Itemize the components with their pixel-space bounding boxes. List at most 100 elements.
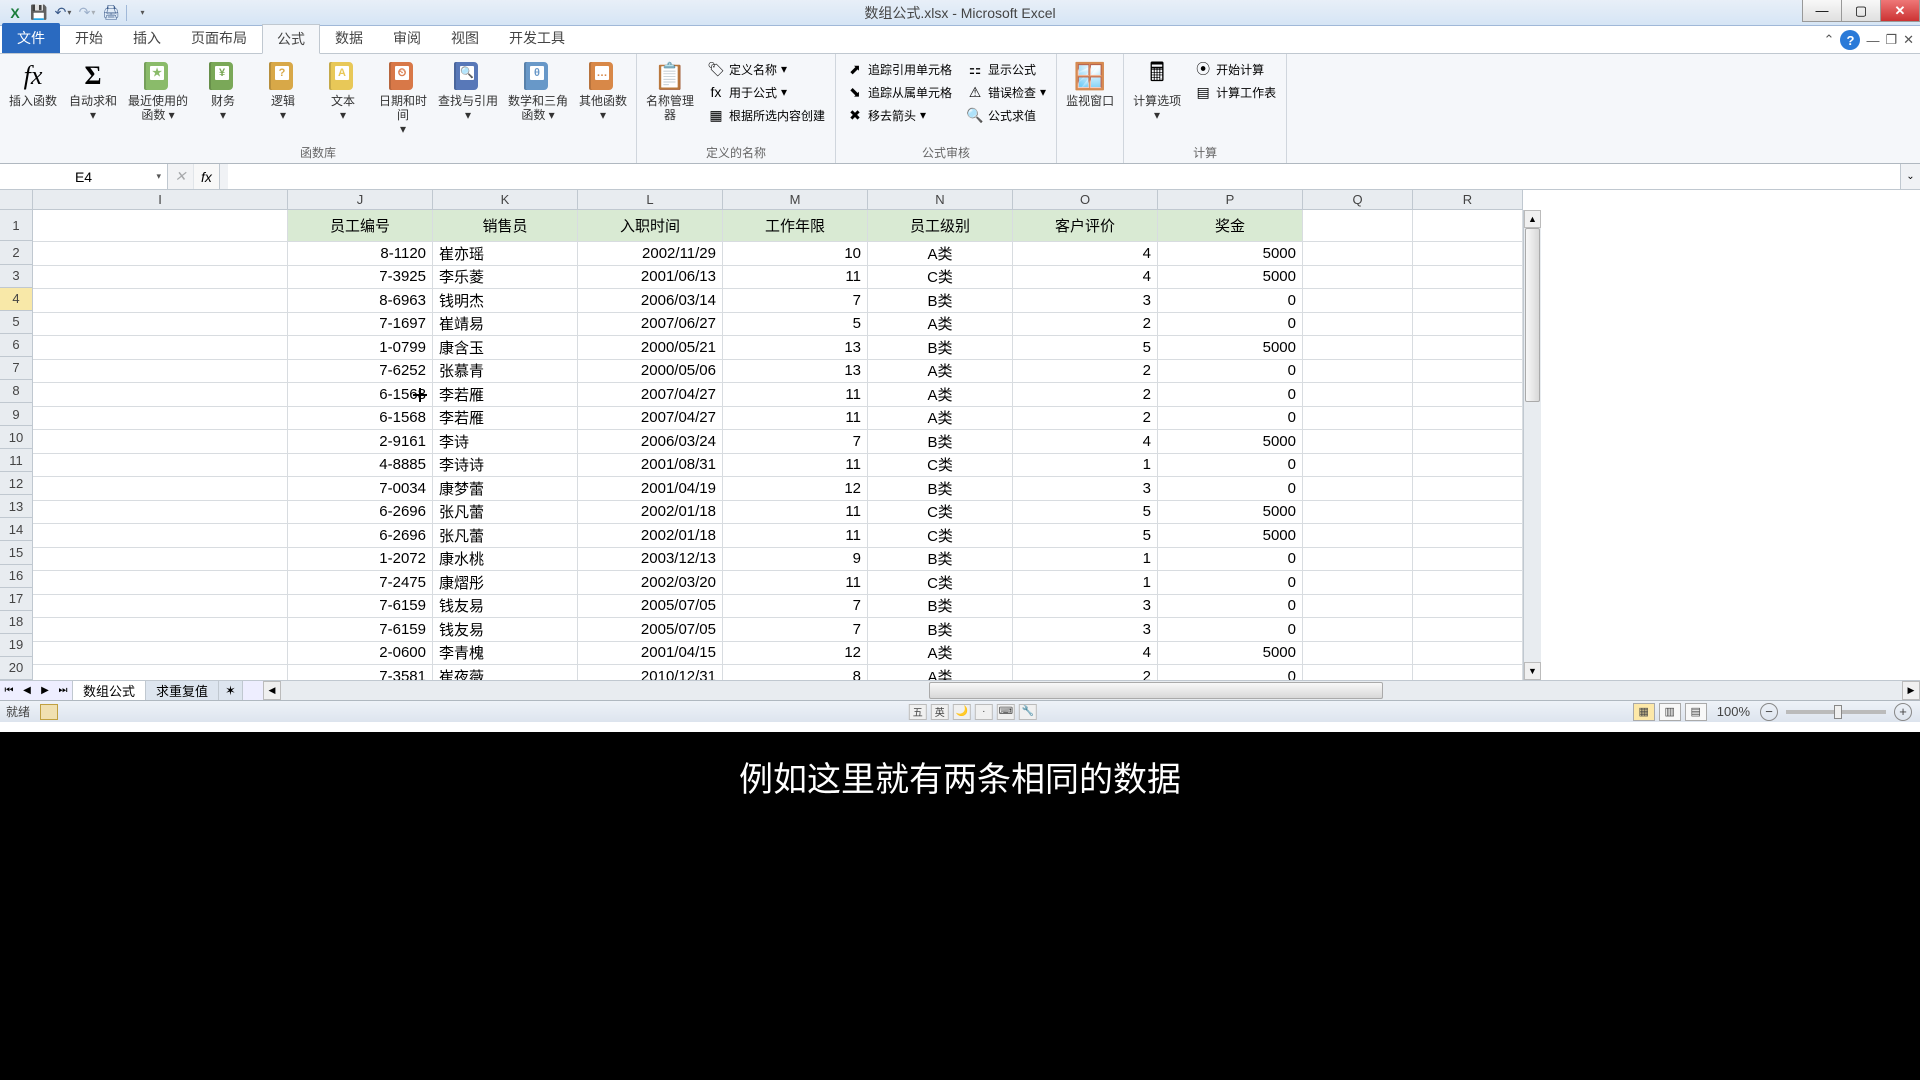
cell[interactable]: 10 <box>723 242 868 266</box>
cell[interactable]: 5000 <box>1158 501 1303 525</box>
scroll-up-button[interactable]: ▲ <box>1524 210 1541 228</box>
cell[interactable] <box>1413 289 1523 313</box>
cell[interactable] <box>33 430 288 454</box>
cell[interactable] <box>1413 642 1523 666</box>
ime-icon-6[interactable]: 🔧 <box>1019 704 1037 720</box>
cell[interactable]: 4 <box>1013 430 1158 454</box>
cell[interactable]: 7-0034 <box>288 477 433 501</box>
tab-file[interactable]: 文件 <box>2 23 60 53</box>
recent-functions-button[interactable]: 最近使用的函数 ▾ <box>124 56 192 124</box>
cell[interactable] <box>33 383 288 407</box>
fx-button[interactable]: fx <box>194 164 220 189</box>
cell[interactable]: 11 <box>723 501 868 525</box>
cell[interactable] <box>1303 454 1413 478</box>
cell[interactable]: 0 <box>1158 454 1303 478</box>
cell[interactable]: 钱友易 <box>433 595 578 619</box>
cell[interactable]: 3 <box>1013 477 1158 501</box>
cell[interactable]: 2001/06/13 <box>578 266 723 290</box>
cell[interactable] <box>33 336 288 360</box>
cell[interactable] <box>1413 336 1523 360</box>
ime-icon-1[interactable]: 五 <box>909 704 927 720</box>
cell[interactable]: 李乐菱 <box>433 266 578 290</box>
cell[interactable]: B类 <box>868 595 1013 619</box>
cell[interactable] <box>1303 336 1413 360</box>
ribbon-minimize-icon[interactable]: ⌃ <box>1824 32 1835 48</box>
cell[interactable] <box>33 477 288 501</box>
ime-icon-3[interactable]: 🌙 <box>953 704 971 720</box>
row-header[interactable]: 9 <box>0 403 33 426</box>
ime-icon-4[interactable]: · <box>975 704 993 720</box>
cell[interactable] <box>1303 266 1413 290</box>
cell[interactable]: 6-2696 <box>288 501 433 525</box>
row-header[interactable]: 19 <box>0 634 33 657</box>
cell[interactable] <box>1413 524 1523 548</box>
window-close-icon[interactable]: ✕ <box>1903 32 1914 48</box>
cell[interactable]: 李若雁 <box>433 383 578 407</box>
cell[interactable] <box>33 642 288 666</box>
cell[interactable]: 5 <box>1013 336 1158 360</box>
cell[interactable]: 2001/04/15 <box>578 642 723 666</box>
name-box[interactable]: E4 ▾ <box>0 164 168 189</box>
cell[interactable] <box>33 266 288 290</box>
tab-view[interactable]: 视图 <box>436 23 494 53</box>
cell[interactable]: B类 <box>868 430 1013 454</box>
sheet-nav-next-icon[interactable]: ▶ <box>36 681 54 700</box>
cell[interactable] <box>1413 430 1523 454</box>
cell[interactable]: 3 <box>1013 618 1158 642</box>
show-formulas-button[interactable]: ⚏显示公式 <box>962 58 1050 80</box>
save-icon[interactable]: 💾 <box>28 3 50 23</box>
cell[interactable]: 4 <box>1013 642 1158 666</box>
cell[interactable]: 4 <box>1013 242 1158 266</box>
cell[interactable] <box>1303 571 1413 595</box>
cell[interactable]: 0 <box>1158 289 1303 313</box>
cell[interactable]: 1 <box>1013 548 1158 572</box>
row-header[interactable]: 5 <box>0 311 33 334</box>
row-header[interactable]: 7 <box>0 357 33 380</box>
cell[interactable]: 5 <box>1013 524 1158 548</box>
tab-insert[interactable]: 插入 <box>118 23 176 53</box>
cell[interactable]: 11 <box>723 266 868 290</box>
cell[interactable]: 11 <box>723 454 868 478</box>
window-minimize-icon[interactable]: — <box>1866 33 1879 48</box>
cell[interactable] <box>1413 360 1523 384</box>
cell[interactable]: 5000 <box>1158 242 1303 266</box>
redo-icon[interactable]: ↷▾ <box>76 3 98 23</box>
watch-window-button[interactable]: 🪟 监视窗口 <box>1061 56 1119 110</box>
cell[interactable]: 工作年限 <box>723 210 868 242</box>
cell[interactable]: C类 <box>868 454 1013 478</box>
cell[interactable] <box>1413 595 1523 619</box>
column-header[interactable]: I <box>33 190 288 209</box>
financial-button[interactable]: 财务▾ <box>194 56 252 124</box>
hscroll-left-button[interactable]: ◀ <box>263 681 281 700</box>
trace-dependents-button[interactable]: ⬊追踪从属单元格 <box>842 81 956 103</box>
cell[interactable]: 7-6252 <box>288 360 433 384</box>
horizontal-scrollbar[interactable]: ◀ ▶ <box>263 681 1920 700</box>
new-sheet-button[interactable]: ✶ <box>219 680 243 700</box>
cell[interactable] <box>1413 618 1523 642</box>
view-normal-button[interactable]: ▦ <box>1633 703 1655 721</box>
cell[interactable]: 0 <box>1158 477 1303 501</box>
excel-icon[interactable]: X <box>4 3 26 23</box>
cell[interactable]: 2006/03/14 <box>578 289 723 313</box>
cell[interactable]: 9 <box>723 548 868 572</box>
math-button[interactable]: 数学和三角函数 ▾ <box>504 56 572 124</box>
qat-customize-icon[interactable]: ▾ <box>131 3 153 23</box>
cell[interactable]: 5000 <box>1158 266 1303 290</box>
cell[interactable]: 张凡蕾 <box>433 524 578 548</box>
column-header[interactable]: L <box>578 190 723 209</box>
macro-record-icon[interactable] <box>40 704 58 720</box>
cell[interactable] <box>1413 266 1523 290</box>
cell[interactable]: 2007/04/27 <box>578 383 723 407</box>
row-header[interactable]: 2 <box>0 241 33 264</box>
cell[interactable]: 5000 <box>1158 524 1303 548</box>
cell[interactable]: C类 <box>868 501 1013 525</box>
cell[interactable]: 2-0600 <box>288 642 433 666</box>
cell[interactable] <box>33 454 288 478</box>
row-header[interactable]: 6 <box>0 334 33 357</box>
scroll-down-button[interactable]: ▼ <box>1524 662 1541 680</box>
cell[interactable]: 2002/11/29 <box>578 242 723 266</box>
cell[interactable] <box>1413 210 1523 242</box>
cell[interactable] <box>1413 313 1523 337</box>
cell[interactable] <box>33 242 288 266</box>
cell[interactable] <box>1303 595 1413 619</box>
